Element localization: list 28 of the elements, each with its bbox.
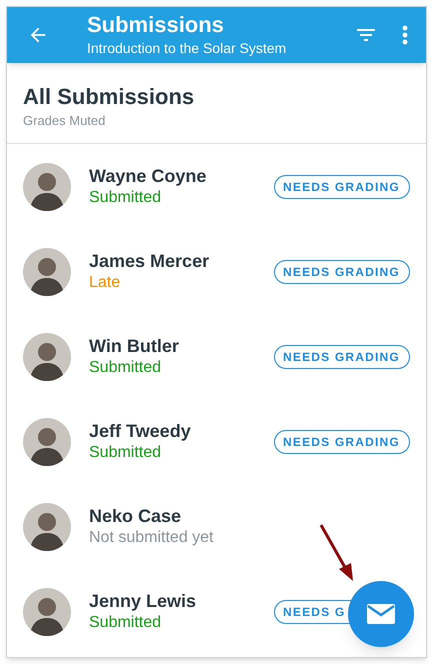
student-name[interactable]: Jenny Lewis [89,590,196,612]
status-badge: NEEDS GRADING [274,344,410,368]
avatar [23,248,71,296]
avatar [23,502,71,550]
submission-status: Submitted [89,188,162,208]
avatar [23,418,71,466]
section-title: All Submissions [23,83,196,111]
avatar [23,332,71,380]
screen-title: Submissions [87,12,225,38]
avatar [23,588,71,636]
submission-status: Submitted [89,358,162,378]
student-name[interactable]: Wayne Coyne [89,164,206,186]
course-subtitle: Introduction to the Solar System [87,39,286,58]
avatar [23,162,71,210]
status-badge: NEEDS GRADING [274,430,410,454]
submission-status: Not submitted yet [89,528,214,548]
student-name[interactable]: James Mercer [89,250,210,272]
student-name[interactable]: Neko Case [89,504,214,526]
student-name[interactable]: Win Butler [89,334,179,356]
status-badge: NEEDS GRADING [274,174,410,198]
student-name[interactable]: Jeff Tweedy [89,420,191,442]
section-subtitle: Grades Muted [23,112,106,130]
status-badge: NEEDS GRADING [274,260,410,284]
more-options-icon[interactable] [402,25,408,45]
submission-status: Submitted [89,612,162,632]
submission-status: Late [89,272,122,292]
submission-status: Submitted [89,442,162,462]
envelope-icon [367,604,395,624]
